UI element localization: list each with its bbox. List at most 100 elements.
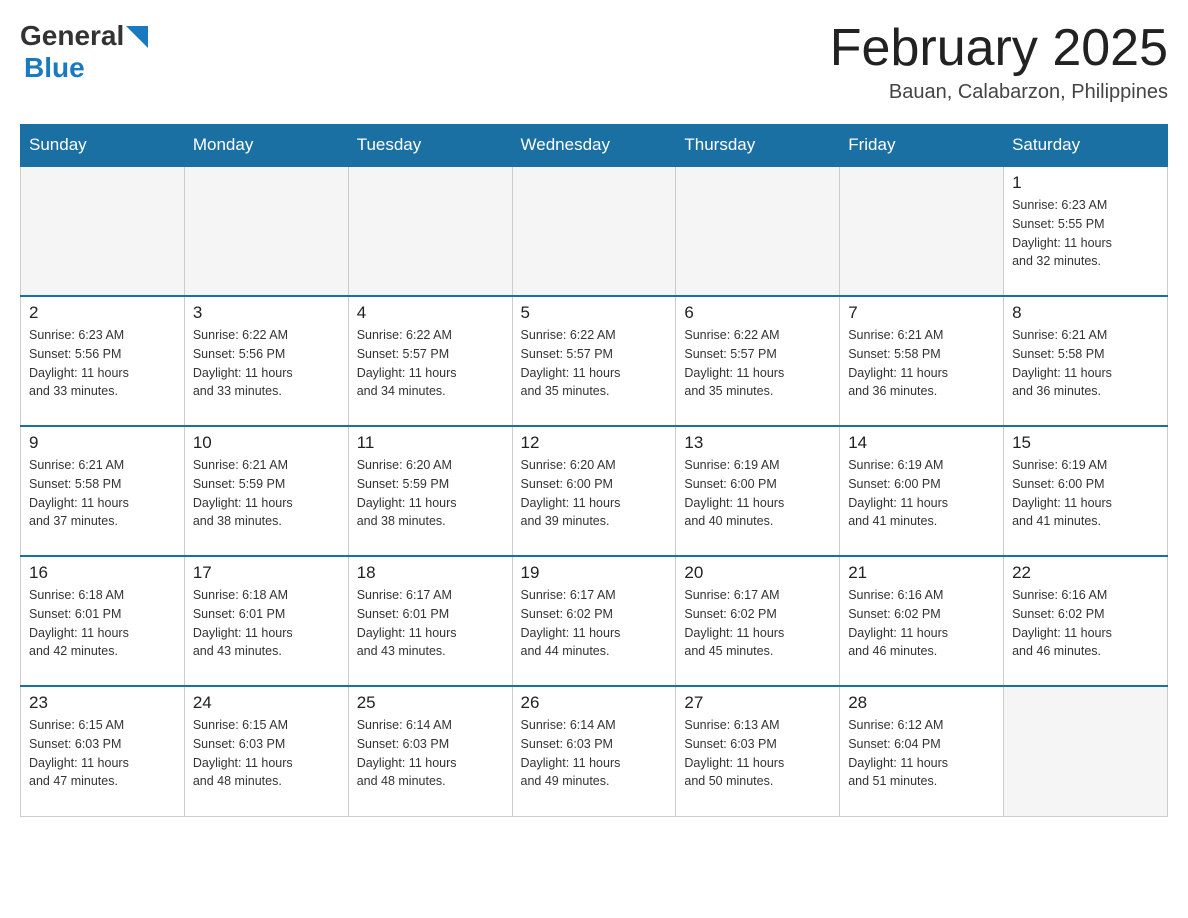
location-subtitle: Bauan, Calabarzon, Philippines [830,81,1168,104]
calendar-day-cell [1004,686,1168,816]
logo-triangle-icon [126,26,148,48]
calendar-day-cell: 4 Sunrise: 6:22 AMSunset: 5:57 PMDaylight… [348,296,512,426]
day-number: 3 [193,303,340,323]
calendar-day-cell: 2 Sunrise: 6:23 AMSunset: 5:56 PMDaylight… [21,296,185,426]
calendar-day-cell: 27Sunrise: 6:13 AMSunset: 6:03 PMDayligh… [676,686,840,816]
calendar-day-cell: 12 Sunrise: 6:20 AMSunset: 6:00 PMDayligh… [512,426,676,556]
day-number: 28 [848,693,995,713]
calendar-day-cell: 16Sunrise: 6:18 AMSunset: 6:01 PMDayligh… [21,556,185,686]
day-info: Sunrise: 6:19 AMSunset: 6:00 PMDaylight:… [1012,456,1159,531]
day-info: Sunrise: 6:22 AMSunset: 5:56 PMDaylight:… [193,326,340,401]
calendar-header-cell: Thursday [676,125,840,167]
day-number: 8 [1012,303,1159,323]
calendar-day-cell: 3 Sunrise: 6:22 AMSunset: 5:56 PMDaylight… [184,296,348,426]
day-info: Sunrise: 6:23 AMSunset: 5:55 PMDaylight:… [1012,196,1159,271]
day-number: 14 [848,433,995,453]
day-number: 26 [521,693,668,713]
calendar-day-cell [676,166,840,296]
calendar-day-cell [348,166,512,296]
day-number: 27 [684,693,831,713]
day-number: 24 [193,693,340,713]
day-number: 10 [193,433,340,453]
calendar-body: 1 Sunrise: 6:23 AMSunset: 5:55 PMDaylight… [21,166,1168,816]
calendar-day-cell: 13 Sunrise: 6:19 AMSunset: 6:00 PMDayligh… [676,426,840,556]
day-info: Sunrise: 6:19 AMSunset: 6:00 PMDaylight:… [684,456,831,531]
day-number: 1 [1012,173,1159,193]
calendar-day-cell: 20 Sunrise: 6:17 AMSunset: 6:02 PMDayligh… [676,556,840,686]
day-info: Sunrise: 6:22 AMSunset: 5:57 PMDaylight:… [521,326,668,401]
day-number: 20 [684,563,831,583]
calendar-week-row: 23 Sunrise: 6:15 AMSunset: 6:03 PMDayligh… [21,686,1168,816]
day-info: Sunrise: 6:14 AMSunset: 6:03 PMDaylight:… [357,716,504,791]
day-info: Sunrise: 6:22 AMSunset: 5:57 PMDaylight:… [357,326,504,401]
day-info: Sunrise: 6:20 AMSunset: 6:00 PMDaylight:… [521,456,668,531]
day-number: 17 [193,563,340,583]
calendar-day-cell: 25Sunrise: 6:14 AMSunset: 6:03 PMDayligh… [348,686,512,816]
day-info: Sunrise: 6:21 AMSunset: 5:58 PMDaylight:… [29,456,176,531]
day-info: Sunrise: 6:21 AMSunset: 5:59 PMDaylight:… [193,456,340,531]
day-number: 13 [684,433,831,453]
day-number: 2 [29,303,176,323]
calendar-day-cell: 22Sunrise: 6:16 AMSunset: 6:02 PMDayligh… [1004,556,1168,686]
logo-blue: Blue [24,52,85,84]
day-number: 18 [357,563,504,583]
calendar-week-row: 16 Sunrise: 6:18 AMSunset: 6:01 PMDayligh… [21,556,1168,686]
day-info: Sunrise: 6:22 AMSunset: 5:57 PMDaylight:… [684,326,831,401]
day-number: 6 [684,303,831,323]
calendar-header-cell: Wednesday [512,125,676,167]
calendar-day-cell: 9 Sunrise: 6:21 AMSunset: 5:58 PMDaylight… [21,426,185,556]
day-number: 4 [357,303,504,323]
calendar-week-row: 1 Sunrise: 6:23 AMSunset: 5:55 PMDaylight… [21,166,1168,296]
day-info: Sunrise: 6:17 AMSunset: 6:01 PMDaylight:… [357,586,504,661]
calendar-day-cell: 17 Sunrise: 6:18 AMSunset: 6:01 PMDayligh… [184,556,348,686]
calendar-day-cell: 8 Sunrise: 6:21 AMSunset: 5:58 PMDaylight… [1004,296,1168,426]
page-header: General Blue February 2025 Bauan, Calaba… [20,20,1168,104]
calendar-table: SundayMondayTuesdayWednesdayThursdayFrid… [20,124,1168,817]
day-number: 5 [521,303,668,323]
calendar-day-cell: 15 Sunrise: 6:19 AMSunset: 6:00 PMDayligh… [1004,426,1168,556]
calendar-day-cell: 5 Sunrise: 6:22 AMSunset: 5:57 PMDaylight… [512,296,676,426]
day-info: Sunrise: 6:17 AMSunset: 6:02 PMDaylight:… [521,586,668,661]
logo-general: General [20,20,124,52]
calendar-day-cell [840,166,1004,296]
day-info: Sunrise: 6:21 AMSunset: 5:58 PMDaylight:… [1012,326,1159,401]
day-info: Sunrise: 6:15 AMSunset: 6:03 PMDaylight:… [193,716,340,791]
day-info: Sunrise: 6:17 AMSunset: 6:02 PMDaylight:… [684,586,831,661]
calendar-day-cell: 7 Sunrise: 6:21 AMSunset: 5:58 PMDaylight… [840,296,1004,426]
day-number: 21 [848,563,995,583]
calendar-day-cell [184,166,348,296]
calendar-day-cell: 14 Sunrise: 6:19 AMSunset: 6:00 PMDayligh… [840,426,1004,556]
calendar-day-cell: 21Sunrise: 6:16 AMSunset: 6:02 PMDayligh… [840,556,1004,686]
title-section: February 2025 Bauan, Calabarzon, Philipp… [830,20,1168,104]
day-number: 15 [1012,433,1159,453]
calendar-day-cell: 28 Sunrise: 6:12 AMSunset: 6:04 PMDayligh… [840,686,1004,816]
day-number: 23 [29,693,176,713]
day-number: 19 [521,563,668,583]
day-info: Sunrise: 6:21 AMSunset: 5:58 PMDaylight:… [848,326,995,401]
logo: General Blue [20,20,148,84]
day-info: Sunrise: 6:18 AMSunset: 6:01 PMDaylight:… [193,586,340,661]
day-number: 9 [29,433,176,453]
day-number: 12 [521,433,668,453]
calendar-week-row: 2 Sunrise: 6:23 AMSunset: 5:56 PMDaylight… [21,296,1168,426]
calendar-header-cell: Monday [184,125,348,167]
calendar-day-cell: 6 Sunrise: 6:22 AMSunset: 5:57 PMDaylight… [676,296,840,426]
calendar-day-cell [21,166,185,296]
day-number: 16 [29,563,176,583]
calendar-day-cell: 10 Sunrise: 6:21 AMSunset: 5:59 PMDayligh… [184,426,348,556]
day-info: Sunrise: 6:16 AMSunset: 6:02 PMDaylight:… [1012,586,1159,661]
day-info: Sunrise: 6:12 AMSunset: 6:04 PMDaylight:… [848,716,995,791]
calendar-header-cell: Tuesday [348,125,512,167]
day-number: 7 [848,303,995,323]
calendar-header-cell: Friday [840,125,1004,167]
calendar-header-cell: Saturday [1004,125,1168,167]
day-info: Sunrise: 6:19 AMSunset: 6:00 PMDaylight:… [848,456,995,531]
day-info: Sunrise: 6:23 AMSunset: 5:56 PMDaylight:… [29,326,176,401]
calendar-header-cell: Sunday [21,125,185,167]
day-info: Sunrise: 6:20 AMSunset: 5:59 PMDaylight:… [357,456,504,531]
calendar-day-cell: 18 Sunrise: 6:17 AMSunset: 6:01 PMDayligh… [348,556,512,686]
day-number: 11 [357,433,504,453]
calendar-header-row: SundayMondayTuesdayWednesdayThursdayFrid… [21,125,1168,167]
calendar-week-row: 9 Sunrise: 6:21 AMSunset: 5:58 PMDaylight… [21,426,1168,556]
calendar-day-cell: 11 Sunrise: 6:20 AMSunset: 5:59 PMDayligh… [348,426,512,556]
